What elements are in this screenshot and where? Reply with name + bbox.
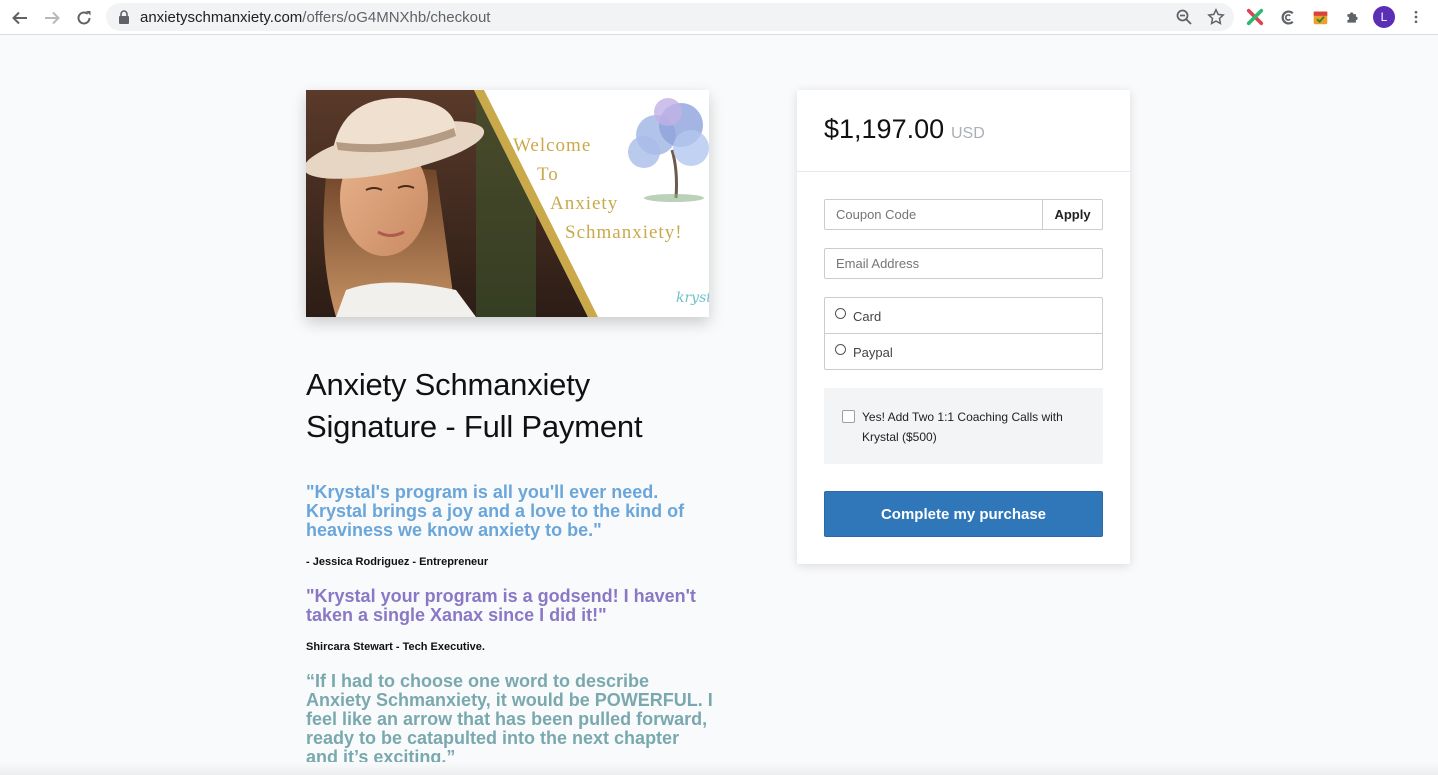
product-title: Anxiety Schmanxiety Signature - Full Pay… bbox=[306, 367, 643, 444]
testimonial-author-1: - Jessica Rodriguez - Entrepreneur bbox=[306, 556, 489, 568]
testimonial-quote-2: "Krystal your program is a godsend! I ha… bbox=[306, 586, 696, 625]
banner-line-3: Anxiety bbox=[550, 193, 618, 214]
payment-method-group: Card Paypal bbox=[824, 297, 1103, 370]
reload-icon[interactable] bbox=[72, 6, 96, 30]
signature-logo: krysta bbox=[676, 290, 709, 306]
banner-line-2: To bbox=[537, 164, 559, 185]
testimonial-author-2: Shircara Stewart - Tech Executive. bbox=[306, 641, 485, 653]
page-bottom-shadow bbox=[0, 762, 1438, 775]
lock-icon bbox=[119, 10, 129, 24]
complete-purchase-button[interactable]: Complete my purchase bbox=[824, 491, 1103, 537]
price-header: $1,197.00 USD bbox=[797, 90, 1130, 172]
url-text: anxietyschmanxiety.com/offers/oG4MNXhb/c… bbox=[140, 9, 490, 26]
price-amount: $1,197.00 bbox=[824, 114, 945, 144]
payment-option-paypal[interactable]: Paypal bbox=[825, 334, 1102, 370]
banner-line-4: Schmanxiety! bbox=[565, 222, 683, 243]
extensions-puzzle-icon[interactable] bbox=[1342, 7, 1362, 27]
checkout-card: $1,197.00 USD Apply Card Paypal Yes! Add… bbox=[797, 90, 1130, 564]
browser-toolbar: anxietyschmanxiety.com/offers/oG4MNXhb/c… bbox=[0, 0, 1438, 35]
paypal-radio[interactable] bbox=[835, 344, 846, 355]
card-radio[interactable] bbox=[835, 308, 846, 319]
addon-label[interactable]: Yes! Add Two 1:1 Coaching Calls with Kry… bbox=[862, 407, 1082, 447]
testimonial-quote-1: "Krystal's program is all you'll ever ne… bbox=[306, 482, 685, 540]
payment-option-card[interactable]: Card bbox=[825, 298, 1102, 334]
forward-icon[interactable] bbox=[40, 6, 64, 30]
coupon-code-input[interactable] bbox=[824, 199, 1043, 230]
apply-coupon-button[interactable]: Apply bbox=[1042, 199, 1103, 230]
zoom-icon[interactable] bbox=[1175, 8, 1193, 26]
addon-checkbox[interactable] bbox=[842, 410, 855, 423]
testimonial-quote-3: “If I had to choose one word to describe… bbox=[306, 671, 713, 767]
bookmark-star-icon[interactable] bbox=[1207, 8, 1225, 26]
url-path: /offers/oG4MNXhb/checkout bbox=[302, 9, 491, 26]
profile-avatar[interactable]: L bbox=[1373, 6, 1395, 28]
email-input[interactable] bbox=[824, 248, 1103, 279]
extension-cross-icon[interactable] bbox=[1245, 7, 1265, 27]
profile-initial: L bbox=[1380, 10, 1388, 24]
address-bar[interactable]: anxietyschmanxiety.com/offers/oG4MNXhb/c… bbox=[106, 3, 1234, 31]
product-hero-image: Welcome To Anxiety Schmanxiety! krysta bbox=[306, 90, 709, 317]
price-currency: USD bbox=[951, 125, 985, 142]
banner-line-1: Welcome bbox=[513, 135, 591, 156]
url-domain: anxietyschmanxiety.com bbox=[140, 9, 303, 26]
back-icon[interactable] bbox=[8, 6, 32, 30]
paypal-label: Paypal bbox=[853, 345, 893, 360]
coaching-addon: Yes! Add Two 1:1 Coaching Calls with Kry… bbox=[824, 388, 1103, 464]
extension-calendar-icon[interactable] bbox=[1310, 7, 1330, 27]
browser-menu-icon[interactable] bbox=[1406, 7, 1426, 27]
card-label: Card bbox=[853, 309, 882, 324]
extension-c-icon[interactable] bbox=[1278, 7, 1298, 27]
